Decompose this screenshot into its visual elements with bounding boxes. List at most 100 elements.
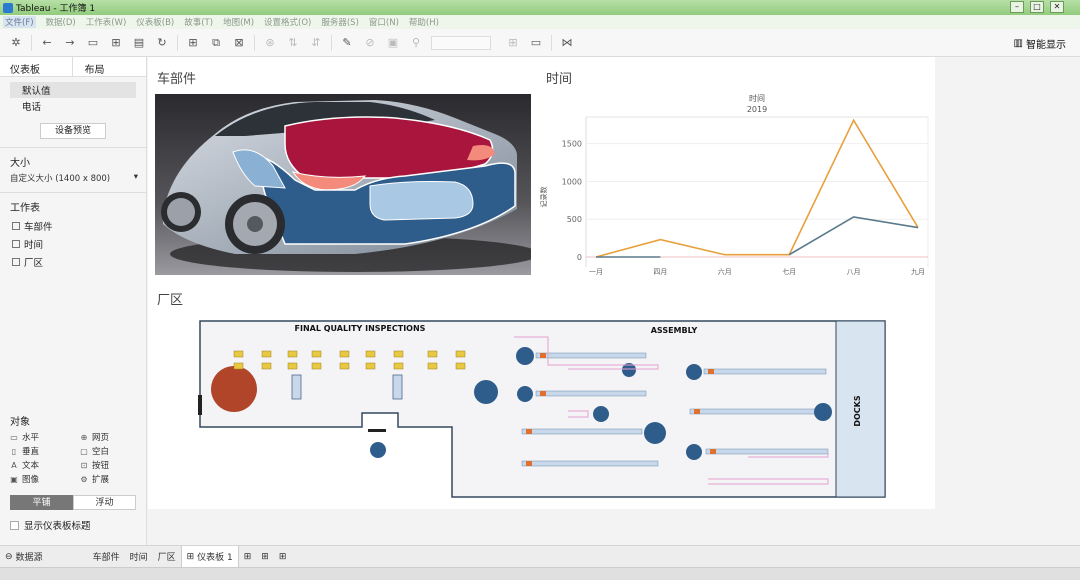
- minimize-icon[interactable]: –: [1010, 1, 1024, 13]
- queue-marker: [710, 449, 716, 454]
- new-sheet-icon[interactable]: ⊞: [185, 35, 201, 51]
- chart-icon: ▥: [1013, 38, 1023, 49]
- object-extension[interactable]: ⚙ 扩展: [80, 473, 150, 486]
- mode-tiled-button[interactable]: 平铺: [10, 495, 73, 510]
- y-tick-label: 500: [567, 215, 582, 224]
- object-vertical[interactable]: ▯ 垂直: [10, 445, 80, 458]
- fit-select[interactable]: [431, 35, 491, 50]
- menu-format[interactable]: 设置格式(O): [264, 16, 311, 28]
- queue-marker: [694, 409, 700, 414]
- time-line-chart[interactable]: 时间 2019 记录数 一月 四月 六月 七月 八月 九月 0 500 1000 1500: [536, 87, 932, 287]
- object-horizontal[interactable]: ▭ 水平: [10, 431, 80, 444]
- menu-story[interactable]: 故事(T): [184, 16, 213, 28]
- dashboard-pane: 仪表板 布局 默认值 电话 设备预览 大小 自定义大小 (1400 x 800)…: [0, 57, 147, 545]
- quality-box: [427, 350, 438, 358]
- tableau-logo-icon[interactable]: ✲: [8, 35, 24, 51]
- device-preview-button[interactable]: 设备预览: [40, 123, 106, 139]
- menu-data[interactable]: 数据(D): [46, 16, 76, 28]
- sheet-item-time[interactable]: 时间: [0, 235, 146, 253]
- new-sheet-tab-icon[interactable]: ⊞: [239, 546, 257, 568]
- tab-dashboard[interactable]: 仪表板: [0, 57, 72, 76]
- object-web[interactable]: ⊕ 网页: [80, 431, 150, 444]
- sheets-heading: 工作表: [10, 203, 40, 214]
- device-default[interactable]: 默认值: [10, 82, 136, 98]
- sheet-icon: [12, 258, 20, 266]
- clear-sheet-icon[interactable]: ⊠: [231, 35, 247, 51]
- sort-asc-icon[interactable]: ⇅: [285, 35, 301, 51]
- tab-car-parts[interactable]: 车部件: [88, 546, 125, 568]
- object-text[interactable]: A 文本: [10, 459, 80, 472]
- queue-marker: [540, 391, 546, 396]
- quality-box: [311, 362, 322, 370]
- tab-layout[interactable]: 布局: [71, 57, 146, 76]
- menu-dashboard[interactable]: 仪表板(B): [136, 16, 174, 28]
- refresh-icon[interactable]: ↻: [154, 35, 170, 51]
- tab-factory[interactable]: 厂区: [153, 546, 181, 568]
- quality-box: [261, 350, 272, 358]
- series-line-0[interactable]: [595, 118, 919, 258]
- presentation-icon[interactable]: ▭: [528, 35, 544, 51]
- highlight-icon[interactable]: ✎: [339, 35, 355, 51]
- quality-box: [427, 362, 438, 370]
- save-icon[interactable]: ▭: [85, 35, 101, 51]
- sheet-item-car-parts[interactable]: 车部件: [0, 217, 146, 235]
- menu-file[interactable]: 文件(F): [3, 16, 36, 28]
- menu-help[interactable]: 帮助(H): [409, 16, 439, 28]
- y-tick-label: 1500: [562, 140, 582, 149]
- menu-bar: 文件(F) 数据(D) 工作表(W) 仪表板(B) 故事(T) 地图(M) 设置…: [0, 15, 1080, 29]
- menu-server[interactable]: 服务器(S): [321, 16, 359, 28]
- pause-update-icon[interactable]: ▤: [131, 35, 147, 51]
- final-quality-label: FINAL QUALITY INSPECTIONS: [295, 324, 426, 333]
- undo-icon[interactable]: ←: [39, 35, 55, 51]
- queue-marker: [526, 429, 532, 434]
- show-title-checkbox[interactable]: 显示仪表板标题: [10, 518, 147, 532]
- object-button[interactable]: ⊡ 按钮: [80, 459, 150, 472]
- sheet-icon: [12, 222, 20, 230]
- factory-floor-map[interactable]: DOCKS FINAL QUALITY INSPECTIONS ASSEMBLY: [188, 319, 892, 499]
- vertical-icon: ▯: [11, 446, 17, 456]
- menu-window[interactable]: 窗口(N): [369, 16, 399, 28]
- share-icon[interactable]: ⋈: [559, 35, 575, 51]
- new-dashboard-tab-icon[interactable]: ⊞: [256, 546, 274, 568]
- swap-icon[interactable]: ⊛: [262, 35, 278, 51]
- menu-map[interactable]: 地图(M): [223, 16, 254, 28]
- close-icon[interactable]: ✕: [1050, 1, 1064, 13]
- quality-box: [339, 362, 350, 370]
- quality-box: [287, 350, 298, 358]
- x-tick-label: 七月: [782, 267, 796, 276]
- tab-time[interactable]: 时间: [125, 546, 153, 568]
- status-bar: [0, 567, 1080, 580]
- series-line-1[interactable]: [596, 216, 919, 258]
- assembly-queue: [705, 448, 829, 455]
- redo-icon[interactable]: →: [62, 35, 78, 51]
- dashboard-canvas: 车部件 时间 厂区 时间 2019 记录数 一月 四月 六月 七月 八月 九月 …: [148, 57, 935, 509]
- new-story-tab-icon[interactable]: ⊞: [274, 546, 292, 568]
- horizontal-icon: ▭: [10, 432, 18, 442]
- assembly-label: ASSEMBLY: [651, 326, 698, 335]
- maximize-icon[interactable]: □: [1030, 1, 1044, 13]
- object-image[interactable]: ▣ 图像: [10, 473, 80, 486]
- sheet-item-factory[interactable]: 厂区: [0, 253, 146, 271]
- pin-icon[interactable]: ⚲: [408, 35, 424, 51]
- quality-box: [455, 350, 466, 358]
- tab-dashboard-1[interactable]: ⊞ 仪表板 1: [180, 545, 239, 568]
- axis-icon[interactable]: ⊞: [505, 35, 521, 51]
- device-phone[interactable]: 电话: [10, 98, 136, 114]
- inspection-station[interactable]: [211, 366, 257, 412]
- database-icon: ⊖: [5, 551, 13, 562]
- menu-worksheet[interactable]: 工作表(W): [86, 16, 127, 28]
- group-icon[interactable]: ⊘: [362, 35, 378, 51]
- x-tick-label: 六月: [718, 267, 732, 276]
- new-datasource-icon[interactable]: ⊞: [108, 35, 124, 51]
- sort-desc-icon[interactable]: ⇵: [308, 35, 324, 51]
- assembly-queue: [689, 408, 821, 415]
- car-parts-image[interactable]: [155, 94, 531, 275]
- tab-datasource[interactable]: ⊖ 数据源: [0, 546, 48, 568]
- smart-show-button[interactable]: ▥ 智能显示: [1014, 36, 1066, 51]
- object-blank[interactable]: ▢ 空白: [80, 445, 150, 458]
- y-tick-label: 0: [577, 253, 582, 262]
- size-select[interactable]: 自定义大小 (1400 x 800) ▾: [10, 172, 138, 184]
- label-icon[interactable]: ▣: [385, 35, 401, 51]
- duplicate-sheet-icon[interactable]: ⧉: [208, 35, 224, 51]
- mode-floating-button[interactable]: 浮动: [73, 495, 136, 510]
